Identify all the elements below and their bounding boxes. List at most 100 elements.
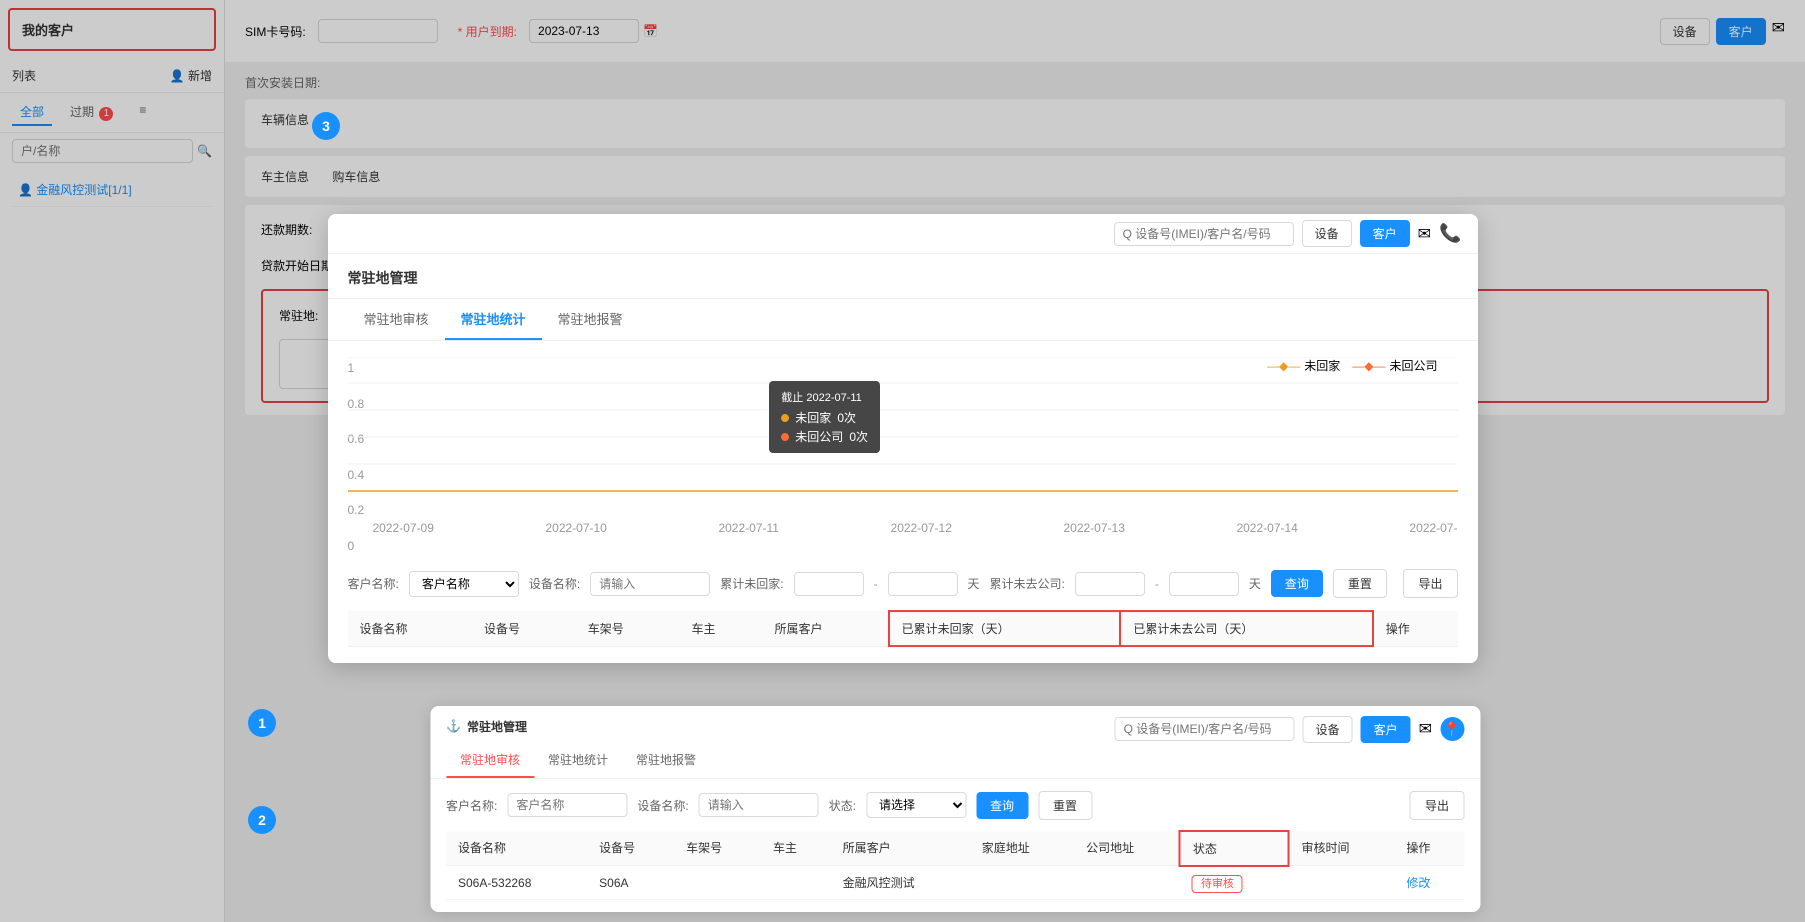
audit-th-company: 公司地址 [1074, 831, 1180, 866]
tooltip-label2: 未回公司 [795, 428, 843, 445]
small-modal-mail-icon[interactable]: ✉ [1419, 719, 1432, 739]
filter-customer-select[interactable]: 客户名称 [409, 571, 519, 597]
filter-device-input[interactable] [590, 572, 710, 596]
th-frame-no: 车架号 [576, 611, 680, 646]
th-customer: 所属客户 [762, 611, 888, 646]
tooltip-dot2 [781, 433, 789, 441]
modal-mail-icon[interactable]: ✉ [1418, 224, 1431, 244]
td-device-no: S06A [587, 866, 674, 900]
th-device-no: 设备号 [472, 611, 576, 646]
audit-th-action: 操作 [1394, 831, 1464, 866]
modal-top-bar: 设备 客户 ✉ 📞 [328, 214, 1478, 254]
tooltip-date: 截止 2022-07-11 [781, 389, 868, 405]
th-device-name: 设备名称 [348, 611, 472, 646]
small-modal-search[interactable] [1115, 717, 1295, 741]
audit-th-review-time: 审核时间 [1289, 831, 1395, 866]
status-badge: 待审核 [1192, 875, 1243, 893]
small-modal-location-icon[interactable]: 📍 [1440, 717, 1464, 741]
modal-title-bar: 常驻地管理 [328, 254, 1478, 299]
audit-query-button[interactable]: 查询 [976, 792, 1028, 819]
small-tab-stats[interactable]: 常驻地统计 [534, 743, 622, 778]
audit-th-home: 家庭地址 [970, 831, 1074, 866]
modal-search-input[interactable] [1114, 222, 1294, 246]
audit-customer-input[interactable] [507, 793, 627, 817]
modal-title: 常驻地管理 [348, 268, 418, 298]
tooltip-value2: 0次 [849, 428, 868, 445]
audit-header-row: 设备名称 设备号 车架号 车主 所属客户 家庭地址 公司地址 状态 审核时间 操… [446, 831, 1464, 866]
tab-changzhu-audit[interactable]: 常驻地审核 [348, 299, 445, 340]
modal-changzhu-small: ⚓ 常驻地管理 设备 客户 ✉ 📍 常驻地审核 常驻地统计 常驻地报警 客户名称… [430, 706, 1480, 913]
td-status: 待审核 [1180, 866, 1289, 900]
chart-plot-area: 截止 2022-07-11 未回家 0次 未回公司 0次 [348, 357, 1458, 517]
table-row: S06A-532268 S06A 金融风控测试 待审核 修改 [446, 866, 1464, 900]
small-tab-audit[interactable]: 常驻地审核 [446, 743, 534, 778]
audit-th-frame: 车架号 [674, 831, 761, 866]
audit-export-button[interactable]: 导出 [1410, 791, 1464, 820]
td-owner [761, 866, 831, 900]
small-tab-alarm[interactable]: 常驻地报警 [622, 743, 710, 778]
badge-number-2: 2 [248, 806, 276, 834]
filter-device-label: 设备名称: [529, 575, 580, 592]
stats-filter-row: 客户名称: 客户名称 设备名称: 累计未回家: - 天 累计未去公司: - 天 … [348, 569, 1458, 598]
filter-home-max[interactable] [888, 572, 958, 596]
th-company-days: 已累计未去公司（天） [1120, 611, 1372, 646]
stats-export-button[interactable]: 导出 [1403, 569, 1457, 598]
td-review-time [1289, 866, 1395, 900]
filter-dash2: - [1155, 577, 1159, 591]
small-modal-device-btn[interactable]: 设备 [1303, 716, 1353, 743]
audit-device-input[interactable] [699, 793, 819, 817]
audit-table-body: S06A-532268 S06A 金融风控测试 待审核 修改 [446, 866, 1464, 900]
small-modal-customer-btn[interactable]: 客户 [1361, 716, 1411, 743]
filter-dash: - [874, 577, 878, 591]
filter-home-min[interactable] [794, 572, 864, 596]
audit-device-label: 设备名称: [637, 797, 688, 814]
stats-table-head: 设备名称 设备号 车架号 车主 所属客户 已累计未回家（天） 已累计未去公司（天… [348, 611, 1458, 646]
audit-th-device-no: 设备号 [587, 831, 674, 866]
filter-day-label: 天 [968, 575, 980, 592]
tooltip-dot1 [781, 414, 789, 422]
modal-small-tabs: 常驻地审核 常驻地统计 常驻地报警 [446, 743, 1464, 778]
audit-reset-button[interactable]: 重置 [1038, 791, 1092, 820]
badge-number-3: 3 [312, 112, 340, 140]
audit-table: 设备名称 设备号 车架号 车主 所属客户 家庭地址 公司地址 状态 审核时间 操… [446, 830, 1464, 901]
stats-table: 设备名称 设备号 车架号 车主 所属客户 已累计未回家（天） 已累计未去公司（天… [348, 610, 1458, 647]
th-home-days: 已累计未回家（天） [889, 611, 1121, 646]
th-action: 操作 [1373, 611, 1458, 646]
filter-customer-label: 客户名称: [348, 575, 399, 592]
audit-status-label: 状态: [829, 797, 856, 814]
modify-link[interactable]: 修改 [1406, 876, 1430, 890]
audit-th-status: 状态 [1180, 831, 1289, 866]
filter-home-label: 累计未回家: [720, 575, 783, 592]
audit-table-head: 设备名称 设备号 车架号 车主 所属客户 家庭地址 公司地址 状态 审核时间 操… [446, 831, 1464, 866]
tab-changzhu-stats[interactable]: 常驻地统计 [445, 299, 542, 340]
stats-reset-button[interactable]: 重置 [1333, 569, 1387, 598]
chart-wrapper: 1 0.8 0.6 0.4 0.2 0 [348, 357, 1458, 517]
tooltip-row2: 未回公司 0次 [781, 428, 868, 445]
audit-filter-row: 客户名称: 设备名称: 状态: 请选择 查询 重置 导出 [446, 791, 1464, 820]
tooltip-value1: 0次 [837, 409, 856, 426]
audit-th-owner: 车主 [761, 831, 831, 866]
tab-changzhu-alarm[interactable]: 常驻地报警 [542, 299, 639, 340]
td-home-addr [970, 866, 1074, 900]
th-owner: 车主 [679, 611, 762, 646]
modal-tabs: 常驻地审核 常驻地统计 常驻地报警 [328, 299, 1478, 341]
td-device-name: S06A-532268 [446, 866, 587, 900]
chart-x-axis: 2022-07-09 2022-07-10 2022-07-11 2022-07… [348, 517, 1458, 539]
audit-th-device-name: 设备名称 [446, 831, 587, 866]
td-action[interactable]: 修改 [1394, 866, 1464, 900]
modal-phone-icon[interactable]: 📞 [1439, 223, 1461, 244]
stats-query-button[interactable]: 查询 [1271, 570, 1323, 597]
stats-table-header-row: 设备名称 设备号 车架号 车主 所属客户 已累计未回家（天） 已累计未去公司（天… [348, 611, 1458, 646]
filter-company-max[interactable] [1169, 572, 1239, 596]
tooltip-row1: 未回家 0次 [781, 409, 868, 426]
modal-device-btn[interactable]: 设备 [1302, 220, 1352, 247]
modal-customer-btn[interactable]: 客户 [1360, 220, 1410, 247]
chart-section: —◆— 未回家 —◆— 未回公司 1 0.8 0.6 0.4 0.2 0 [348, 357, 1458, 557]
chart-tooltip: 截止 2022-07-11 未回家 0次 未回公司 0次 [769, 381, 880, 453]
audit-status-select[interactable]: 请选择 [866, 792, 966, 818]
audit-customer-label: 客户名称: [446, 797, 497, 814]
td-company-addr [1074, 866, 1180, 900]
modal-small-header: ⚓ 常驻地管理 设备 客户 ✉ 📍 常驻地审核 常驻地统计 常驻地报警 [430, 706, 1480, 779]
filter-company-min[interactable] [1075, 572, 1145, 596]
modal-small-header-right: 设备 客户 ✉ 📍 [1115, 716, 1464, 743]
